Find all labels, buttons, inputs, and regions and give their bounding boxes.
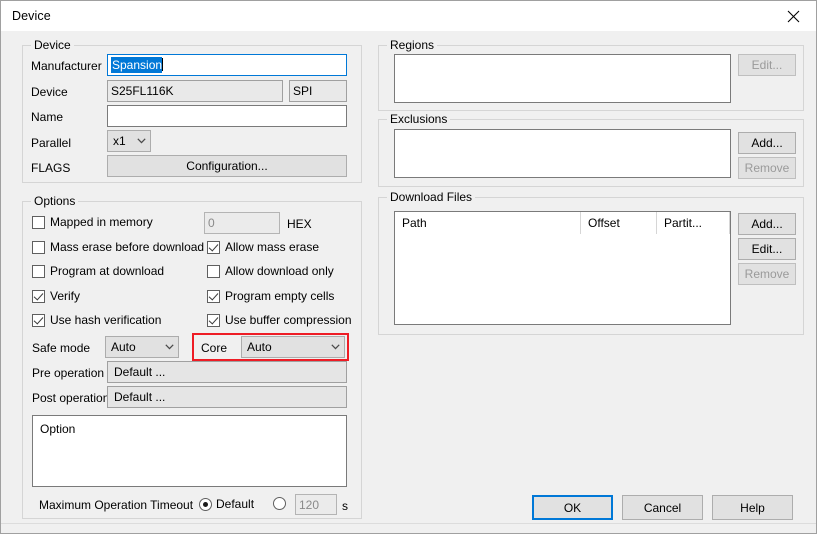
cancel-button[interactable]: Cancel: [622, 495, 703, 520]
window-title: Device: [12, 9, 51, 23]
text-caret: [162, 58, 163, 71]
exclusions-add-button[interactable]: Add...: [738, 132, 796, 154]
regions-group-legend: Regions: [387, 39, 437, 52]
device-group-legend: Device: [31, 39, 74, 52]
download-files-header: Path Offset Partit...: [395, 212, 730, 234]
manufacturer-input[interactable]: Spansion: [107, 54, 347, 76]
checkbox-box: [207, 290, 220, 303]
checkbox-program-empty-cells[interactable]: Program empty cells: [207, 289, 334, 303]
option-list[interactable]: Option: [32, 415, 347, 487]
checkbox-use-hash-verification[interactable]: Use hash verification: [32, 313, 161, 327]
download-files-add-button[interactable]: Add...: [738, 213, 796, 235]
checkbox-mapped-in-memory[interactable]: Mapped in memory: [32, 215, 153, 229]
interface-input[interactable]: SPI: [289, 80, 347, 102]
device-dialog: Device Device Manufacturer Spansion Devi…: [0, 0, 817, 534]
help-button[interactable]: Help: [712, 495, 793, 520]
checkbox-label: Program empty cells: [225, 289, 334, 303]
regions-list[interactable]: [394, 54, 731, 103]
manufacturer-value: Spansion: [111, 57, 162, 73]
checkbox-label: Allow download only: [225, 264, 334, 278]
pre-operation-label: Pre operation: [32, 366, 104, 380]
core-value: Auto: [242, 340, 326, 354]
checkbox-use-buffer-compression[interactable]: Use buffer compression: [207, 313, 352, 327]
title-bar: Device: [1, 1, 816, 32]
checkbox-box: [207, 241, 220, 254]
footer-divider: [1, 523, 816, 524]
checkbox-allow-mass-erase[interactable]: Allow mass erase: [207, 240, 319, 254]
checkbox-box: [32, 265, 45, 278]
exclusions-remove-button[interactable]: Remove: [738, 157, 796, 179]
flags-label: FLAGS: [31, 161, 70, 175]
radio-label: Default: [216, 497, 254, 511]
manufacturer-label: Manufacturer: [31, 59, 102, 73]
exclusions-group-legend: Exclusions: [387, 113, 450, 126]
safe-mode-label: Safe mode: [32, 341, 90, 355]
chevron-down-icon: [132, 138, 150, 144]
option-list-placeholder: Option: [40, 422, 75, 436]
checkbox-label: Mass erase before download: [50, 240, 204, 254]
checkbox-box: [32, 241, 45, 254]
mapped-address-input[interactable]: 0: [204, 212, 280, 234]
configuration-button[interactable]: Configuration...: [107, 155, 347, 177]
checkbox-label: Program at download: [50, 264, 164, 278]
timeout-unit-label: s: [342, 499, 348, 513]
checkbox-label: Use hash verification: [50, 313, 161, 327]
options-group-legend: Options: [31, 195, 78, 208]
checkbox-mass-erase-before-download[interactable]: Mass erase before download: [32, 240, 204, 254]
checkbox-label: Use buffer compression: [225, 313, 352, 327]
checkbox-box: [32, 216, 45, 229]
close-icon[interactable]: [770, 1, 816, 31]
download-files-list[interactable]: Path Offset Partit...: [394, 211, 731, 325]
post-operation-label: Post operation: [32, 391, 109, 405]
checkbox-label: Verify: [50, 289, 80, 303]
pre-operation-field[interactable]: Default ...: [107, 361, 347, 383]
checkbox-box: [32, 314, 45, 327]
download-files-group-legend: Download Files: [387, 191, 475, 204]
checkbox-box: [207, 265, 220, 278]
safe-mode-value: Auto: [106, 340, 160, 354]
checkbox-label: Allow mass erase: [225, 240, 319, 254]
column-header-offset[interactable]: Offset: [581, 212, 657, 234]
chevron-down-icon: [160, 344, 178, 350]
exclusions-list[interactable]: [394, 129, 731, 178]
ok-button[interactable]: OK: [532, 495, 613, 520]
column-header-path[interactable]: Path: [395, 212, 581, 234]
parallel-dropdown[interactable]: x1: [107, 130, 151, 152]
regions-edit-button[interactable]: Edit...: [738, 54, 796, 76]
post-operation-field[interactable]: Default ...: [107, 386, 347, 408]
device-label: Device: [31, 85, 68, 99]
parallel-value: x1: [108, 134, 132, 148]
radio-box: [199, 498, 212, 511]
radio-box: [273, 497, 286, 510]
column-header-partition[interactable]: Partit...: [657, 212, 730, 234]
chevron-down-icon: [326, 344, 344, 350]
checkbox-label: Mapped in memory: [50, 215, 153, 229]
hex-label: HEX: [287, 217, 312, 231]
checkbox-box: [32, 290, 45, 303]
device-input[interactable]: S25FL116K: [107, 80, 283, 102]
core-dropdown[interactable]: Auto: [241, 336, 345, 358]
name-input[interactable]: [107, 105, 347, 127]
timeout-value-input[interactable]: 120: [295, 494, 337, 515]
safe-mode-dropdown[interactable]: Auto: [105, 336, 179, 358]
download-files-edit-button[interactable]: Edit...: [738, 238, 796, 260]
checkbox-program-at-download[interactable]: Program at download: [32, 264, 164, 278]
checkbox-verify[interactable]: Verify: [32, 289, 80, 303]
core-label: Core: [201, 341, 227, 355]
checkbox-box: [207, 314, 220, 327]
radio-timeout-custom[interactable]: [273, 497, 290, 510]
radio-timeout-default[interactable]: Default: [199, 497, 254, 511]
timeout-label: Maximum Operation Timeout: [39, 498, 193, 512]
download-files-remove-button[interactable]: Remove: [738, 263, 796, 285]
name-label: Name: [31, 110, 63, 124]
checkbox-allow-download-only[interactable]: Allow download only: [207, 264, 334, 278]
parallel-label: Parallel: [31, 136, 71, 150]
